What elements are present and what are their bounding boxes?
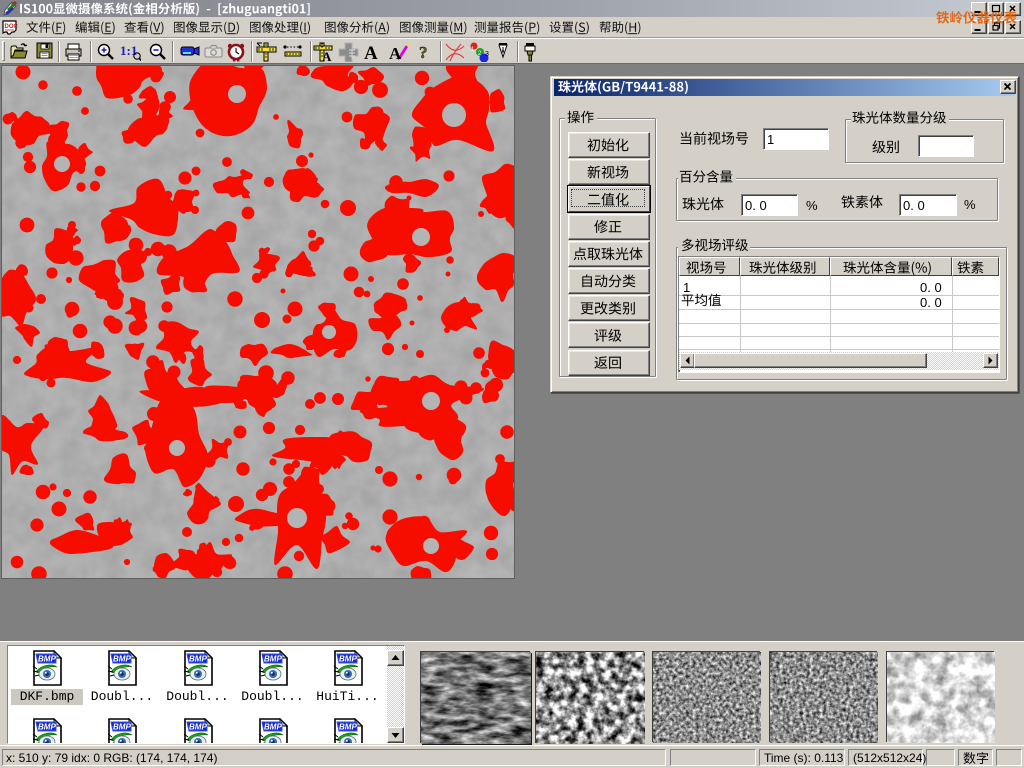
svg-text:1:1: 1:1 (120, 43, 137, 58)
svg-text:BMP: BMP (189, 655, 207, 664)
svg-text:BMP: BMP (339, 655, 357, 664)
svg-text:A: A (364, 43, 378, 62)
svg-text:BMP: BMP (113, 723, 131, 732)
svg-text:BMP: BMP (189, 723, 207, 732)
svg-text:A: A (389, 44, 402, 62)
svg-text:BMP: BMP (38, 655, 56, 664)
svg-text:BMP: BMP (113, 655, 131, 664)
svg-text:?: ? (419, 43, 428, 62)
svg-text:BMP: BMP (264, 723, 282, 732)
svg-text:3: 3 (485, 51, 489, 58)
svg-text:DOC: DOC (5, 24, 19, 30)
svg-text:BMP: BMP (38, 723, 56, 732)
svg-text:BMP: BMP (339, 723, 357, 732)
svg-text:A: A (322, 49, 332, 62)
svg-text:BMP: BMP (264, 655, 282, 664)
